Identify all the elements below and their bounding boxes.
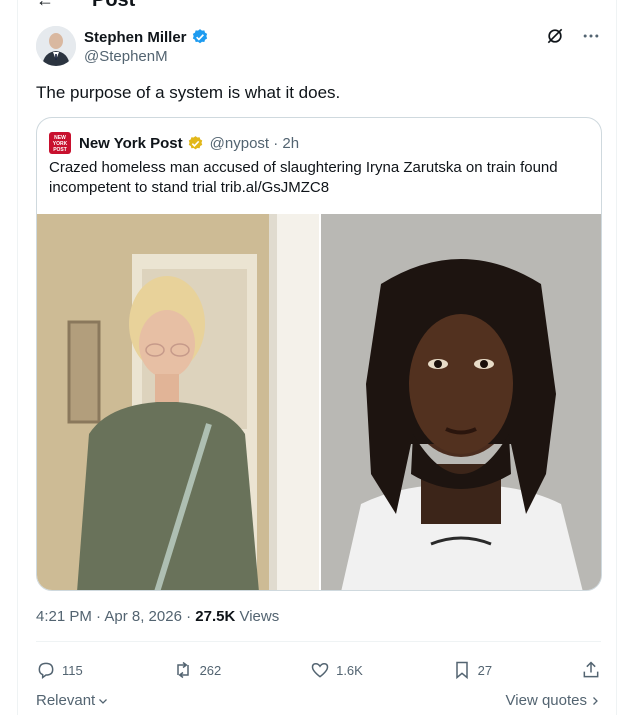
photo-man[interactable] — [321, 214, 601, 590]
quoted-post[interactable]: NEW YORK POST New York Post @nypost · 2h C… — [36, 117, 602, 591]
post-header: Stephen Miller @StephenM — [36, 26, 601, 70]
photo-woman[interactable] — [37, 214, 319, 590]
like-count: 1.6K — [336, 662, 363, 678]
views-label: Views — [235, 608, 280, 625]
post-meta: 4:21 PM · Apr 8, 2026 · 27.5K Views — [36, 608, 279, 625]
author-name[interactable]: Stephen Miller — [84, 29, 187, 46]
grok-icon[interactable] — [545, 26, 565, 46]
relevant-dropdown[interactable]: Relevant — [36, 692, 109, 709]
reply-button[interactable]: 115 — [36, 660, 83, 680]
quote-text: Crazed homeless man accused of slaughter… — [49, 159, 558, 196]
bookmark-icon — [455, 661, 468, 680]
share-icon — [583, 661, 599, 678]
bookmark-count: 27 — [477, 662, 493, 678]
page-title: Post — [92, 0, 135, 12]
view-quotes-link[interactable]: View quotes — [506, 692, 601, 709]
post-text: The purpose of a system is what it does. — [36, 83, 341, 102]
arrow-left-icon[interactable]: ← — [36, 0, 54, 11]
post-timestamp[interactable]: 4:21 PM · Apr 8, 2026 · — [36, 608, 195, 625]
reply-count: 115 — [62, 662, 83, 678]
repost-button[interactable]: 262 — [172, 660, 222, 680]
heart-icon — [311, 662, 329, 678]
quote-media[interactable] — [37, 214, 601, 590]
action-bar: 115 262 1.6K 27 — [36, 656, 601, 684]
chevron-down-icon — [99, 698, 108, 704]
share-button[interactable] — [581, 660, 601, 680]
view-quotes-label: View quotes — [505, 692, 587, 709]
avatar[interactable] — [36, 26, 76, 66]
bookmark-button[interactable]: 27 — [452, 660, 492, 680]
chevron-right-icon — [593, 696, 598, 705]
reply-icon — [38, 662, 54, 679]
relevant-label: Relevant — [36, 692, 96, 709]
quote-author-name: New York Post — [79, 134, 183, 152]
repost-icon — [176, 661, 189, 679]
verified-badge-icon — [192, 29, 207, 44]
author-handle[interactable]: @StephenM — [84, 48, 209, 65]
views-count: 27.5K — [195, 608, 236, 625]
top-bar: ← Post — [36, 0, 135, 12]
like-button[interactable]: 1.6K — [310, 660, 363, 680]
quote-handle-time: @nypost · 2h — [209, 134, 300, 152]
divider — [36, 641, 601, 642]
repost-count: 262 — [199, 662, 222, 678]
gold-verified-badge-icon — [188, 135, 202, 149]
nypost-logo: NEW YORK POST — [49, 132, 71, 154]
post-footer: Relevant View quotes — [36, 692, 601, 709]
more-options-icon[interactable] — [581, 26, 601, 46]
